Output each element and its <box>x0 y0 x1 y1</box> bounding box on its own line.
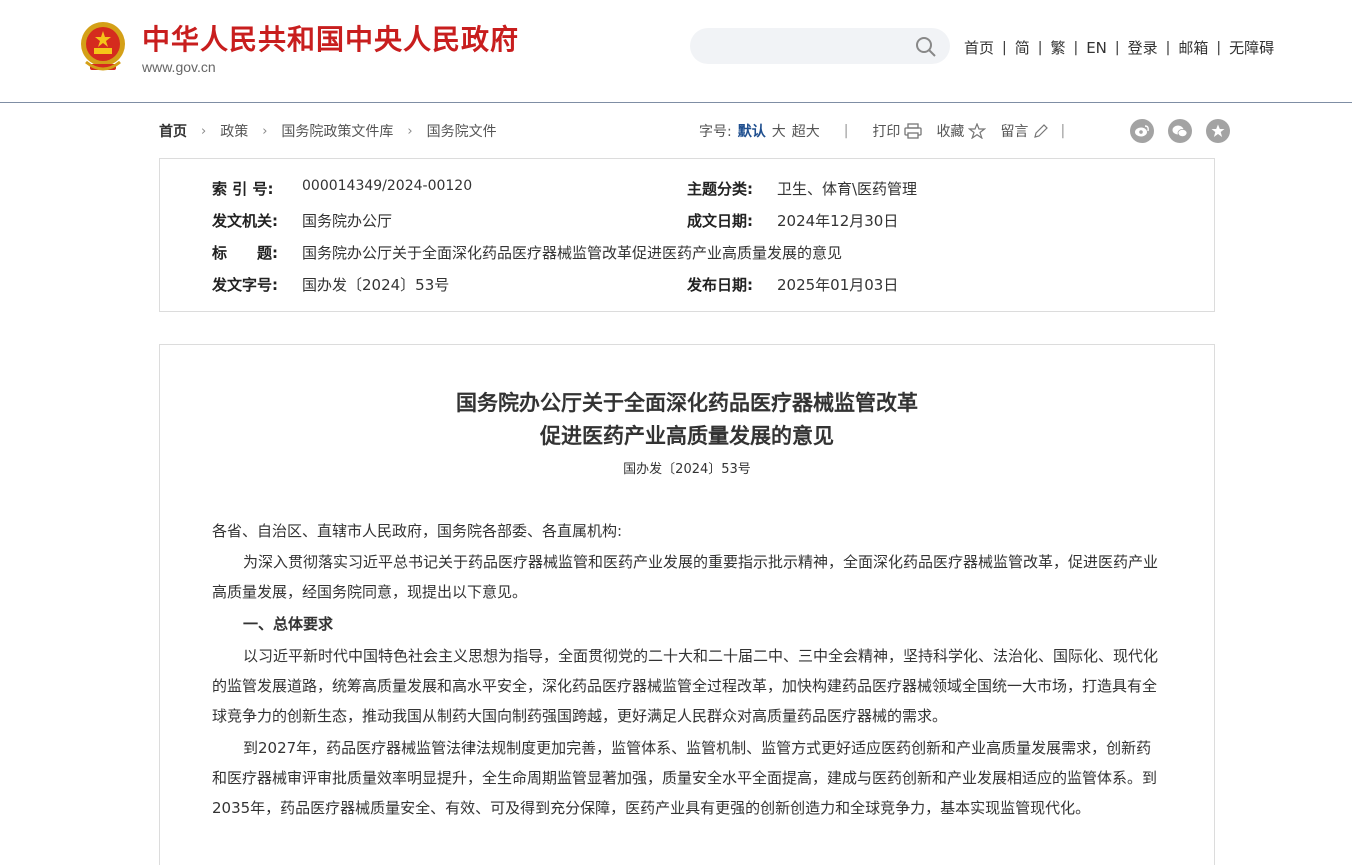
meta-publish-date: 发布日期: 2025年01月03日 <box>687 274 898 295</box>
nav-separator: | <box>1165 39 1171 56</box>
print-button[interactable]: 打印 <box>872 121 900 141</box>
star-share-icon[interactable] <box>1206 119 1230 143</box>
meta-title-label: 标 题: <box>212 244 278 262</box>
nav-accessibility[interactable]: 无障碍 <box>1229 37 1274 58</box>
meta-doc-no-value: 国办发〔2024〕53号 <box>302 276 450 294</box>
site-header: 中华人民共和国中央人民政府 www.gov.cn 首页 | 简 | 繁 | EN… <box>0 0 1352 103</box>
printer-icon[interactable] <box>904 123 923 139</box>
chevron-right-icon: › <box>407 123 413 139</box>
meta-index: 索 引 号: 000014349/2024-00120 <box>212 178 472 199</box>
site-title[interactable]: 中华人民共和国中央人民政府 <box>142 22 519 58</box>
article-title-line1: 国务院办公厅关于全面深化药品医疗器械监管改革 <box>456 390 918 415</box>
meta-publish-value: 2025年01月03日 <box>777 276 899 294</box>
weibo-icon[interactable] <box>1130 119 1154 143</box>
nav-separator: | <box>1002 39 1007 56</box>
meta-topic: 主题分类: 卫生、体育\医药管理 <box>687 178 917 199</box>
article-content: 国务院办公厅关于全面深化药品医疗器械监管改革 促进医药产业高质量发展的意见 国办… <box>159 344 1215 865</box>
share-buttons <box>1116 119 1230 143</box>
chevron-right-icon: › <box>201 123 207 139</box>
breadcrumb-home[interactable]: 首页 <box>159 121 187 141</box>
top-nav: 首页 | 简 | 繁 | EN | 登录 | 邮箱 | 无障碍 <box>964 37 1274 58</box>
meta-issuer-label: 发文机关: <box>212 212 278 230</box>
nav-simplified[interactable]: 简 <box>1015 37 1030 58</box>
nav-traditional[interactable]: 繁 <box>1050 37 1065 58</box>
font-size-xlarge[interactable]: 超大 <box>792 121 820 141</box>
comment-button[interactable]: 留言 <box>1000 121 1028 141</box>
article-paragraph: 为深入贯彻落实习近平总书记关于药品医疗器械监管和医药产业发展的重要指示批示精神，… <box>212 553 1159 601</box>
article-salutation: 各省、自治区、直辖市人民政府，国务院各部委、各直属机构: <box>212 522 623 540</box>
meta-date-written: 成文日期: 2024年12月30日 <box>687 210 898 231</box>
star-outline-icon[interactable] <box>968 123 987 139</box>
meta-doc-no: 发文字号: 国办发〔2024〕53号 <box>212 274 449 295</box>
article-title-line2: 促进医药产业高质量发展的意见 <box>540 423 834 448</box>
meta-date-written-value: 2024年12月30日 <box>777 212 899 230</box>
tools-divider: | <box>1060 123 1066 139</box>
article-paragraph: 以习近平新时代中国特色社会主义思想为指导，全面贯彻党的二十大和二十届二中、三中全… <box>212 647 1159 725</box>
breadcrumb-policy-library[interactable]: 国务院政策文件库 <box>281 121 393 141</box>
nav-mail[interactable]: 邮箱 <box>1178 37 1208 58</box>
wechat-icon[interactable] <box>1168 119 1192 143</box>
breadcrumb-toolbar: 首页 › 政策 › 国务院政策文件库 › 国务院文件 字号: 默认 大 超大 |… <box>159 119 1230 143</box>
nav-separator: | <box>1073 39 1079 56</box>
pencil-icon[interactable] <box>1032 123 1050 139</box>
meta-topic-label: 主题分类: <box>687 180 753 198</box>
article-paragraph: 到2027年，药品医疗器械监管法律法规制度更加完善，监管体系、监管机制、监管方式… <box>212 739 1158 817</box>
nav-english[interactable]: EN <box>1086 39 1107 57</box>
breadcrumb: 首页 › 政策 › 国务院政策文件库 › 国务院文件 <box>159 121 497 141</box>
nav-login[interactable]: 登录 <box>1128 37 1158 58</box>
meta-issuer: 发文机关: 国务院办公厅 <box>212 210 392 231</box>
meta-index-value: 000014349/2024-00120 <box>302 178 473 194</box>
favorite-button[interactable]: 收藏 <box>936 121 964 141</box>
meta-title-value: 国务院办公厅关于全面深化药品医疗器械监管改革促进医药产业高质量发展的意见 <box>302 244 843 262</box>
search-box <box>690 28 950 64</box>
font-size-label: 字号: <box>699 124 732 140</box>
nav-separator: | <box>1216 39 1222 56</box>
breadcrumb-policy[interactable]: 政策 <box>220 121 248 141</box>
meta-index-label: 索 引 号: <box>212 180 274 198</box>
meta-date-written-label: 成文日期: <box>687 212 753 230</box>
document-metadata: 索 引 号: 000014349/2024-00120 主题分类: 卫生、体育\… <box>159 158 1215 312</box>
font-size-large[interactable]: 大 <box>772 121 786 141</box>
nav-separator: | <box>1037 39 1043 56</box>
font-size-default[interactable]: 默认 <box>738 121 766 141</box>
chevron-right-icon: › <box>262 123 268 139</box>
meta-issuer-value: 国务院办公厅 <box>302 212 393 230</box>
article-section-heading: 一、总体要求 <box>243 615 334 633</box>
nav-separator: | <box>1114 39 1120 56</box>
nav-home[interactable]: 首页 <box>964 37 994 58</box>
breadcrumb-state-council-docs[interactable]: 国务院文件 <box>427 121 497 141</box>
tools-divider: | <box>843 123 849 139</box>
meta-title: 标 题: 国务院办公厅关于全面深化药品医疗器械监管改革促进医药产业高质量发展的意… <box>212 242 842 263</box>
meta-publish-label: 发布日期: <box>687 276 753 294</box>
article-doc-number: 国办发〔2024〕53号 <box>623 462 751 477</box>
meta-doc-no-label: 发文字号: <box>212 276 278 294</box>
meta-topic-value: 卫生、体育\医药管理 <box>777 180 918 198</box>
article-tools: 字号: 默认 大 超大 | 打印 收藏 留言 | <box>699 121 1065 141</box>
national-emblem-icon[interactable] <box>78 20 128 74</box>
search-icon[interactable] <box>914 35 938 59</box>
site-url[interactable]: www.gov.cn <box>142 59 216 75</box>
search-input[interactable] <box>704 34 908 60</box>
